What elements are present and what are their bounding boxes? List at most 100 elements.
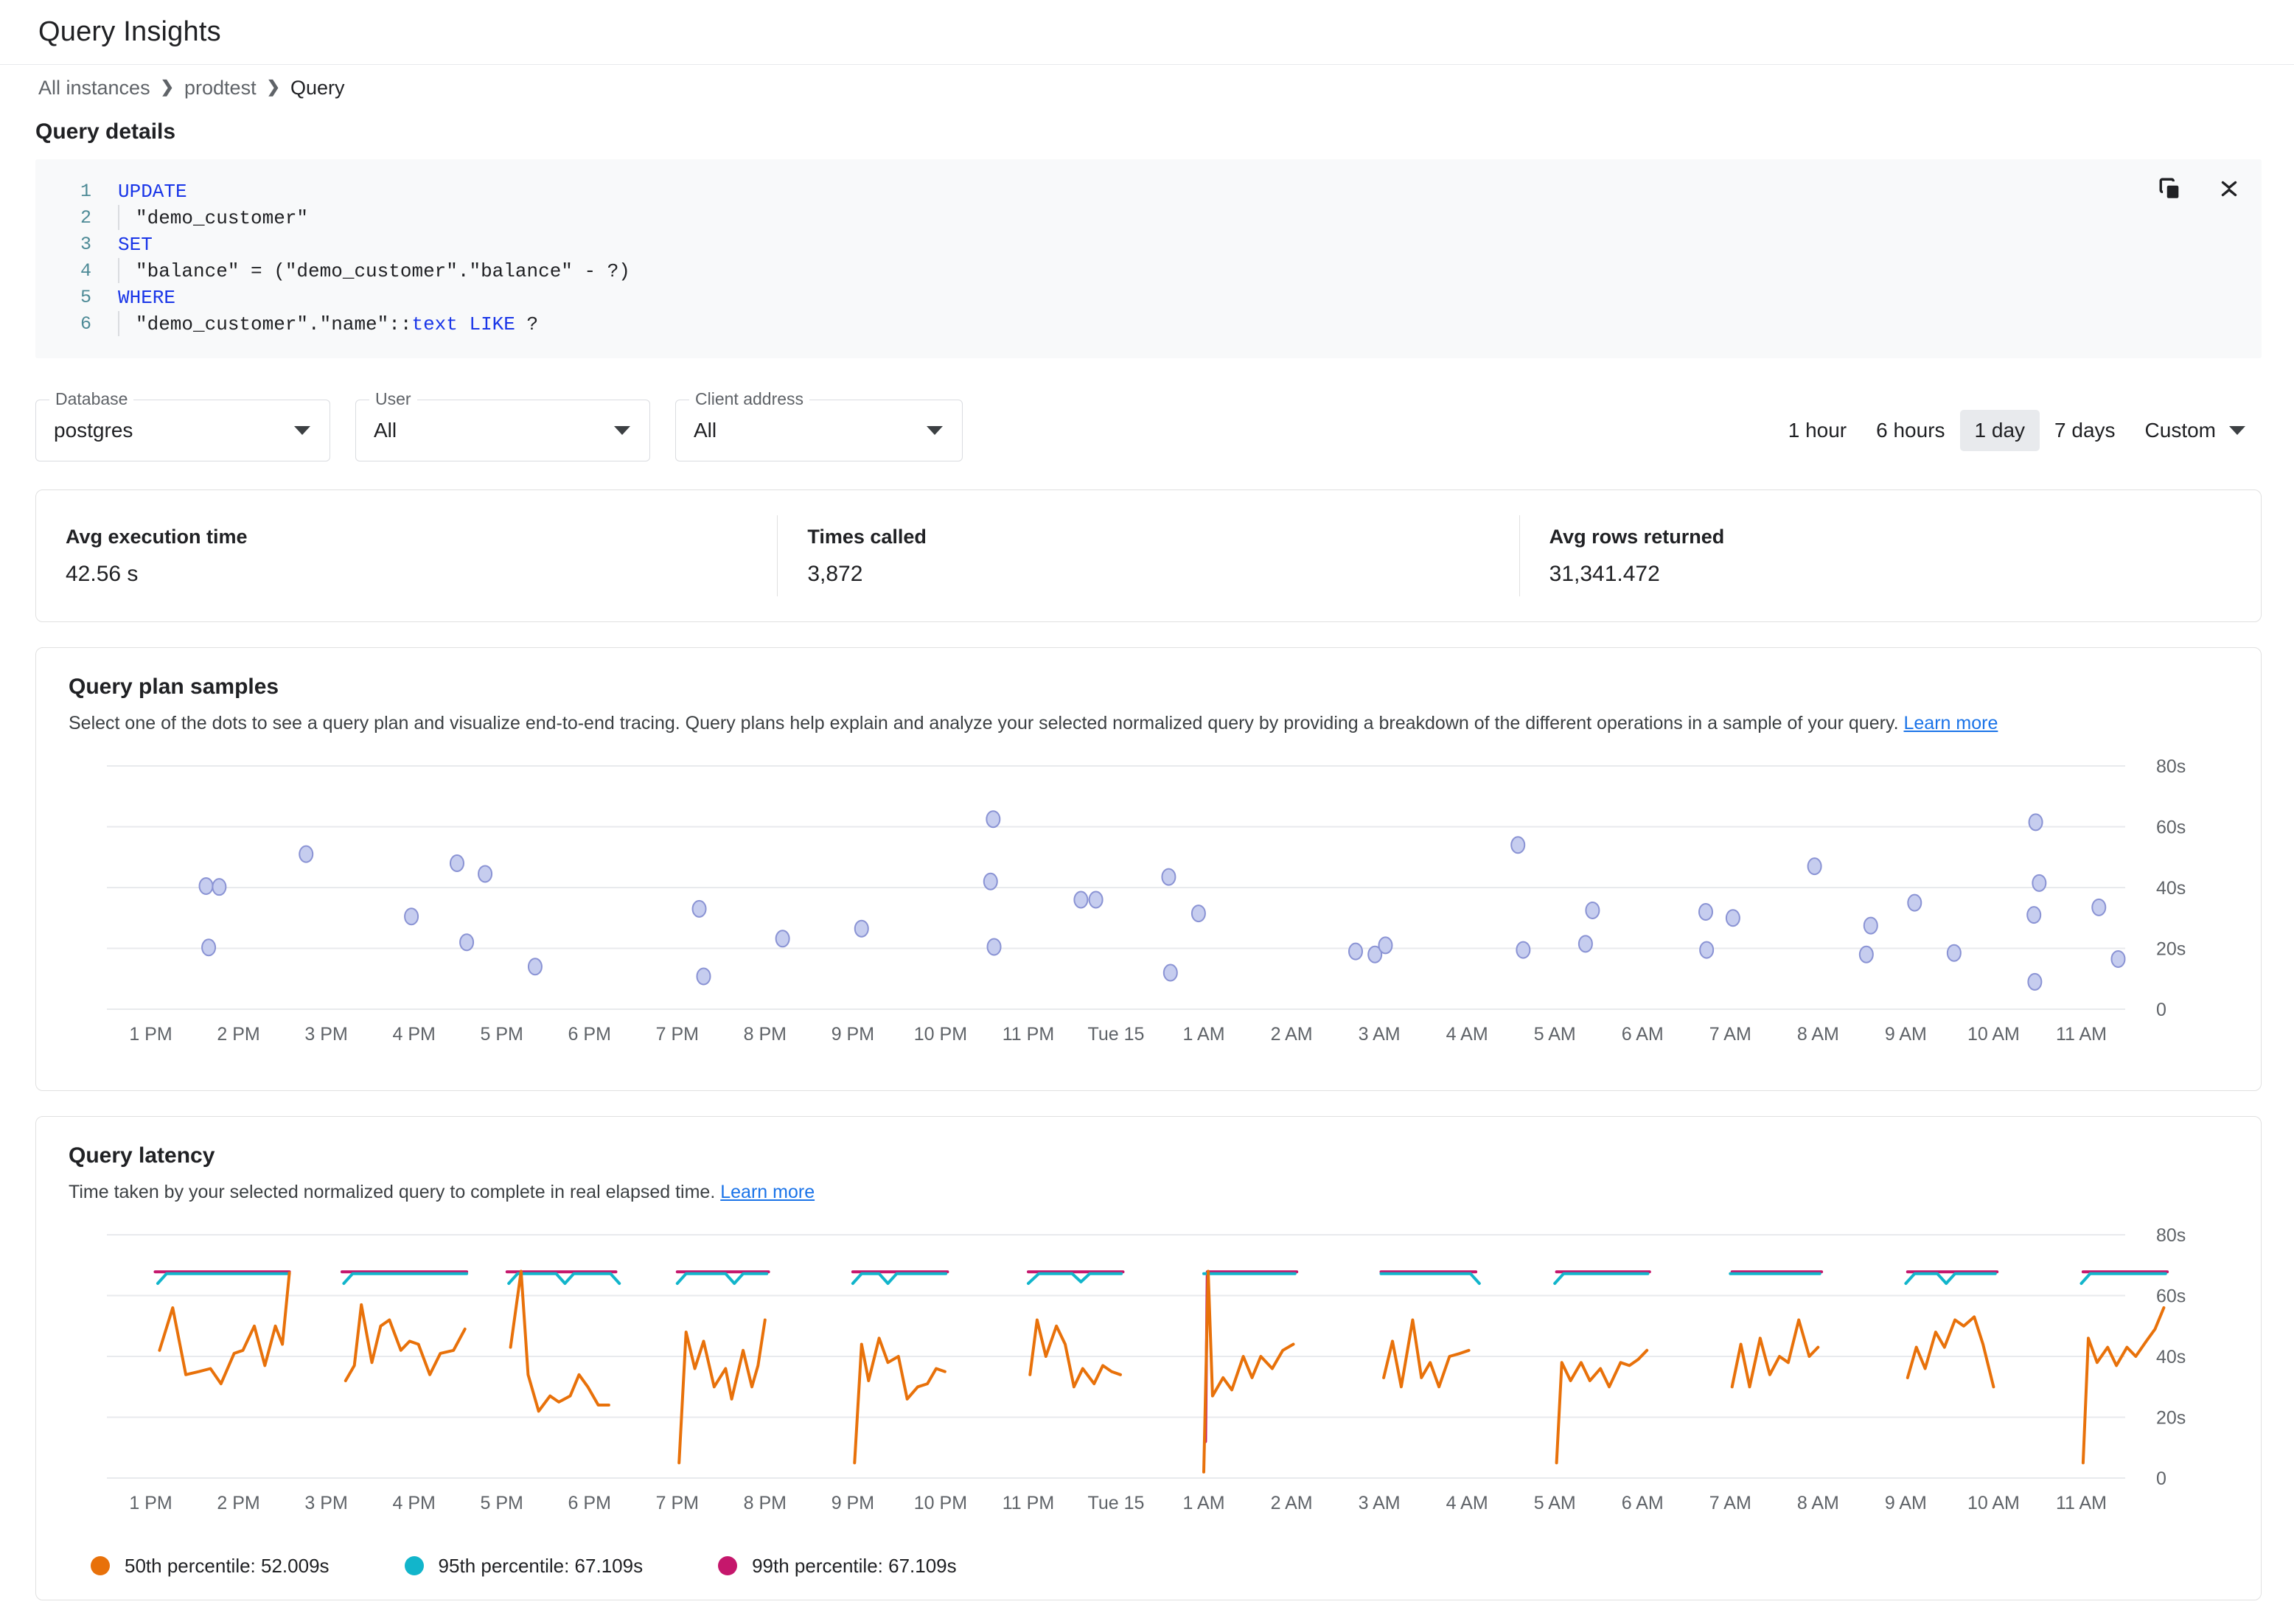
scatter-point[interactable]	[775, 930, 790, 948]
time-range-custom-label: Custom	[2144, 419, 2216, 442]
scatter-point[interactable]	[478, 865, 493, 883]
breadcrumb-item-all-instances[interactable]: All instances	[38, 77, 150, 100]
metric-times-called: Times called 3,872	[777, 515, 1519, 596]
scatter-point[interactable]	[1510, 836, 1526, 854]
legend-item-p99[interactable]: 99th percentile: 67.109s	[718, 1555, 957, 1578]
scatter-point[interactable]	[2027, 972, 2043, 991]
x-axis-tick-label: 3 PM	[304, 1493, 347, 1513]
x-axis-tick-label: 1 AM	[1183, 1024, 1225, 1045]
time-range-7-days[interactable]: 7 days	[2040, 410, 2130, 451]
scatter-point[interactable]	[1725, 909, 1740, 927]
scatter-point[interactable]	[1161, 868, 1176, 886]
x-axis-tick-label: 6 PM	[568, 1493, 611, 1513]
learn-more-link[interactable]: Learn more	[720, 1182, 815, 1202]
scatter-point[interactable]	[691, 899, 707, 918]
x-axis-tick-label: 7 AM	[1709, 1024, 1751, 1045]
x-axis-tick-label: 9 PM	[832, 1024, 874, 1045]
scatter-point[interactable]	[696, 967, 711, 986]
sql-text: "demo_customer"."name"::	[136, 313, 412, 335]
database-select-value: postgres	[54, 419, 133, 442]
series-line	[2079, 1272, 2167, 1285]
time-range-6-hours[interactable]: 6 hours	[1861, 410, 1959, 451]
collapse-icon[interactable]	[2213, 172, 2245, 205]
scatter-point[interactable]	[299, 845, 314, 863]
scatter-point[interactable]	[1378, 936, 1393, 955]
metric-value: 42.56 s	[66, 561, 139, 586]
scatter-point[interactable]	[527, 958, 543, 975]
x-axis-tick-label: 7 PM	[656, 1493, 699, 1513]
scatter-chart[interactable]: 0 20s 40s 60s 80s 1 PM 2 PM 3 PM 4 PM 5 PM 6 PM 7 P…	[69, 759, 2262, 1068]
x-axis-tick-label: 9 AM	[1885, 1493, 1927, 1513]
scatter-point[interactable]	[198, 877, 214, 895]
metric-value: 31,341.472	[1549, 561, 1660, 586]
series-line	[1027, 1272, 1123, 1285]
legend-item-p95[interactable]: 95th percentile: 67.109s	[404, 1555, 643, 1578]
scatter-point[interactable]	[986, 938, 1002, 956]
series-line	[509, 1269, 610, 1412]
scatter-point[interactable]	[1088, 891, 1104, 909]
series-line	[1906, 1314, 1995, 1388]
x-axis-tick-label: 10 PM	[914, 1024, 967, 1045]
sql-text: "balance" = ("demo_customer"."balance" -…	[136, 260, 630, 282]
x-axis-tick-label: 4 AM	[1446, 1493, 1488, 1513]
scatter-point[interactable]	[983, 872, 998, 891]
query-latency-plot[interactable]: 0 20s 40s 60s 80s 1 PM 2 PM 3 PM 4 PM 5 PM 6 PM 7 P…	[69, 1227, 2228, 1537]
scatter-point[interactable]	[1907, 893, 1922, 912]
sql-keyword: text LIKE	[411, 313, 515, 335]
query-details-title: Query details	[35, 119, 176, 144]
series-line	[851, 1272, 948, 1285]
query-plan-samples-card: Query plan samples Select one of the dot…	[35, 647, 2262, 1091]
scatter-point[interactable]	[1946, 944, 1962, 962]
scatter-point[interactable]	[1162, 963, 1178, 982]
scatter-point[interactable]	[404, 907, 419, 925]
scatter-point[interactable]	[2032, 874, 2047, 892]
sql-text: ?	[515, 313, 539, 335]
query-plan-samples-title: Query plan samples	[69, 675, 279, 699]
scatter-point[interactable]	[1858, 945, 1874, 963]
time-range-1-hour[interactable]: 1 hour	[1774, 410, 1861, 451]
scatter-point[interactable]	[201, 938, 217, 957]
scatter-point[interactable]	[212, 877, 227, 896]
legend-item-p50[interactable]: 50th percentile: 52.009s	[91, 1555, 330, 1578]
x-axis-tick-label: 5 PM	[481, 1024, 523, 1045]
scatter-point[interactable]	[1190, 904, 1206, 922]
copy-icon[interactable]	[2154, 172, 2186, 205]
x-axis-tick-label: 10 AM	[1967, 1493, 2020, 1513]
scatter-point[interactable]	[1807, 857, 1822, 875]
scatter-point[interactable]	[2110, 949, 2126, 968]
scatter-point[interactable]	[449, 854, 464, 872]
scatter-point[interactable]	[1699, 941, 1715, 959]
time-range-custom[interactable]: Custom	[2130, 410, 2254, 451]
query-plan-samples-plot[interactable]: 0 20s 40s 60s 80s 1 PM 2 PM 3 PM 4 PM 5 PM 6 PM 7 P…	[69, 759, 2228, 1068]
x-axis-tick-label: 8 AM	[1797, 1493, 1839, 1513]
scatter-point[interactable]	[1073, 891, 1089, 909]
code-line-number: 3	[80, 234, 91, 255]
y-axis-tick-label: 60s	[2156, 817, 2186, 837]
code-line-number: 4	[80, 260, 91, 282]
scatter-point[interactable]	[1698, 902, 1713, 921]
learn-more-link[interactable]: Learn more	[1904, 713, 1998, 733]
x-axis-tick-label: 3 PM	[304, 1024, 347, 1045]
scatter-point[interactable]	[2091, 898, 2107, 916]
x-axis-tick-label: 2 PM	[217, 1493, 259, 1513]
scatter-point[interactable]	[1577, 935, 1593, 953]
scatter-point[interactable]	[854, 919, 869, 938]
metric-avg-rows-returned: Avg rows returned 31,341.472	[1519, 515, 2261, 596]
scatter-point[interactable]	[2028, 813, 2043, 832]
scatter-point[interactable]	[459, 933, 475, 951]
scatter-point[interactable]	[1863, 916, 1878, 935]
scatter-point[interactable]	[2026, 905, 2042, 924]
breadcrumb-item-prodtest[interactable]: prodtest	[184, 77, 257, 100]
chevron-down-icon	[614, 426, 630, 435]
scatter-point[interactable]	[1585, 901, 1600, 919]
scatter-point[interactable]	[986, 809, 1001, 828]
scatter-point[interactable]	[1348, 942, 1363, 961]
database-select[interactable]: Database postgres	[35, 389, 330, 461]
user-select[interactable]: User All	[355, 389, 650, 461]
client-address-select[interactable]: Client address All	[675, 389, 963, 461]
time-range-1-day[interactable]: 1 day	[1959, 410, 2040, 451]
x-axis-tick-label: 5 AM	[1534, 1493, 1576, 1513]
x-axis-tick-label: 7 AM	[1709, 1493, 1751, 1513]
line-chart[interactable]: 0 20s 40s 60s 80s 1 PM 2 PM 3 PM 4 PM 5 PM 6 PM 7 P…	[69, 1227, 2262, 1537]
scatter-point[interactable]	[1516, 941, 1531, 959]
